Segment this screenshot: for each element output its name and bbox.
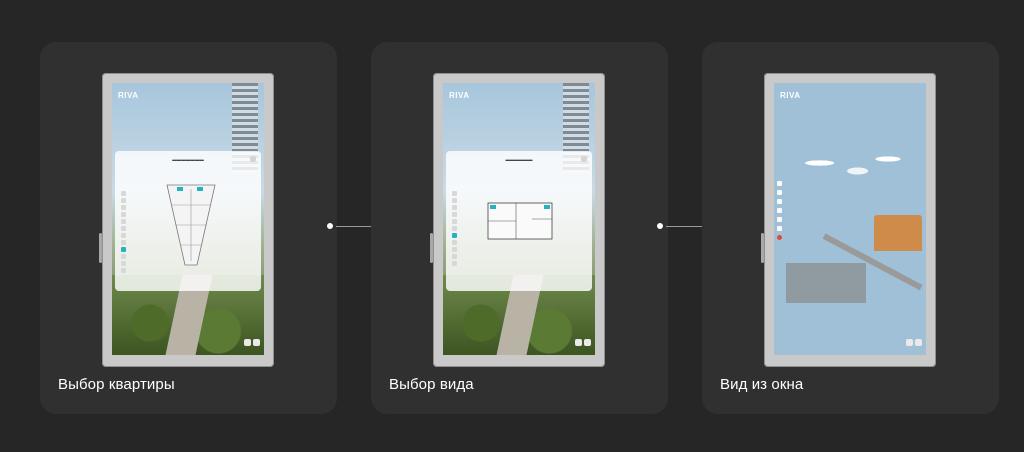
parking-image xyxy=(786,263,866,303)
card-apartment-selection: RIVA ▬▬▬▬▬▬▬ Выбор квартиры xyxy=(40,42,337,414)
view-controls[interactable] xyxy=(573,333,591,351)
floor-selector[interactable] xyxy=(452,191,464,268)
card-label: Вид из окна xyxy=(720,376,804,393)
view-controls[interactable] xyxy=(242,333,260,351)
shopping-center-image xyxy=(874,215,922,251)
card-label: Выбор вида xyxy=(389,376,474,393)
view-panel: ▬▬▬▬▬▬ xyxy=(446,151,592,291)
panel-title: ▬▬▬▬▬▬ xyxy=(505,157,533,162)
riva-logo: RIVA xyxy=(118,91,139,100)
floor-selector[interactable] xyxy=(121,191,133,275)
card-window-view: RIVA Вид из окна xyxy=(702,42,999,414)
card-view-selection: RIVA ▬▬▬▬▬▬ Выбор вида xyxy=(371,42,668,414)
tablet-side-button xyxy=(761,233,764,263)
card-label: Выбор квартиры xyxy=(58,376,175,393)
tablet-side-button xyxy=(430,233,433,263)
clouds-image xyxy=(774,143,926,183)
close-icon[interactable] xyxy=(581,156,587,162)
riva-logo: RIVA xyxy=(780,91,801,100)
panel-title: ▬▬▬▬▬▬▬ xyxy=(172,157,204,162)
view-controls[interactable] xyxy=(904,333,922,351)
tablet-screen: RIVA ▬▬▬▬▬▬ xyxy=(443,83,595,355)
close-icon[interactable] xyxy=(250,156,256,162)
floor-plan-panel: ▬▬▬▬▬▬▬ xyxy=(115,151,261,291)
tablet-frame: RIVA ▬▬▬▬▬▬ xyxy=(430,73,605,367)
tablet-screen: RIVA ▬▬▬▬▬▬▬ xyxy=(112,83,264,355)
apartment-plan-image[interactable] xyxy=(486,199,556,243)
tablet-screen: RIVA xyxy=(774,83,926,355)
riva-logo: RIVA xyxy=(449,91,470,100)
tablet-frame: RIVA ▬▬▬▬▬▬▬ xyxy=(99,73,274,367)
panorama-toolbar[interactable] xyxy=(777,181,784,244)
floor-plan-image[interactable] xyxy=(165,181,217,267)
tablet-side-button xyxy=(99,233,102,263)
tablet-frame: RIVA xyxy=(761,73,936,367)
